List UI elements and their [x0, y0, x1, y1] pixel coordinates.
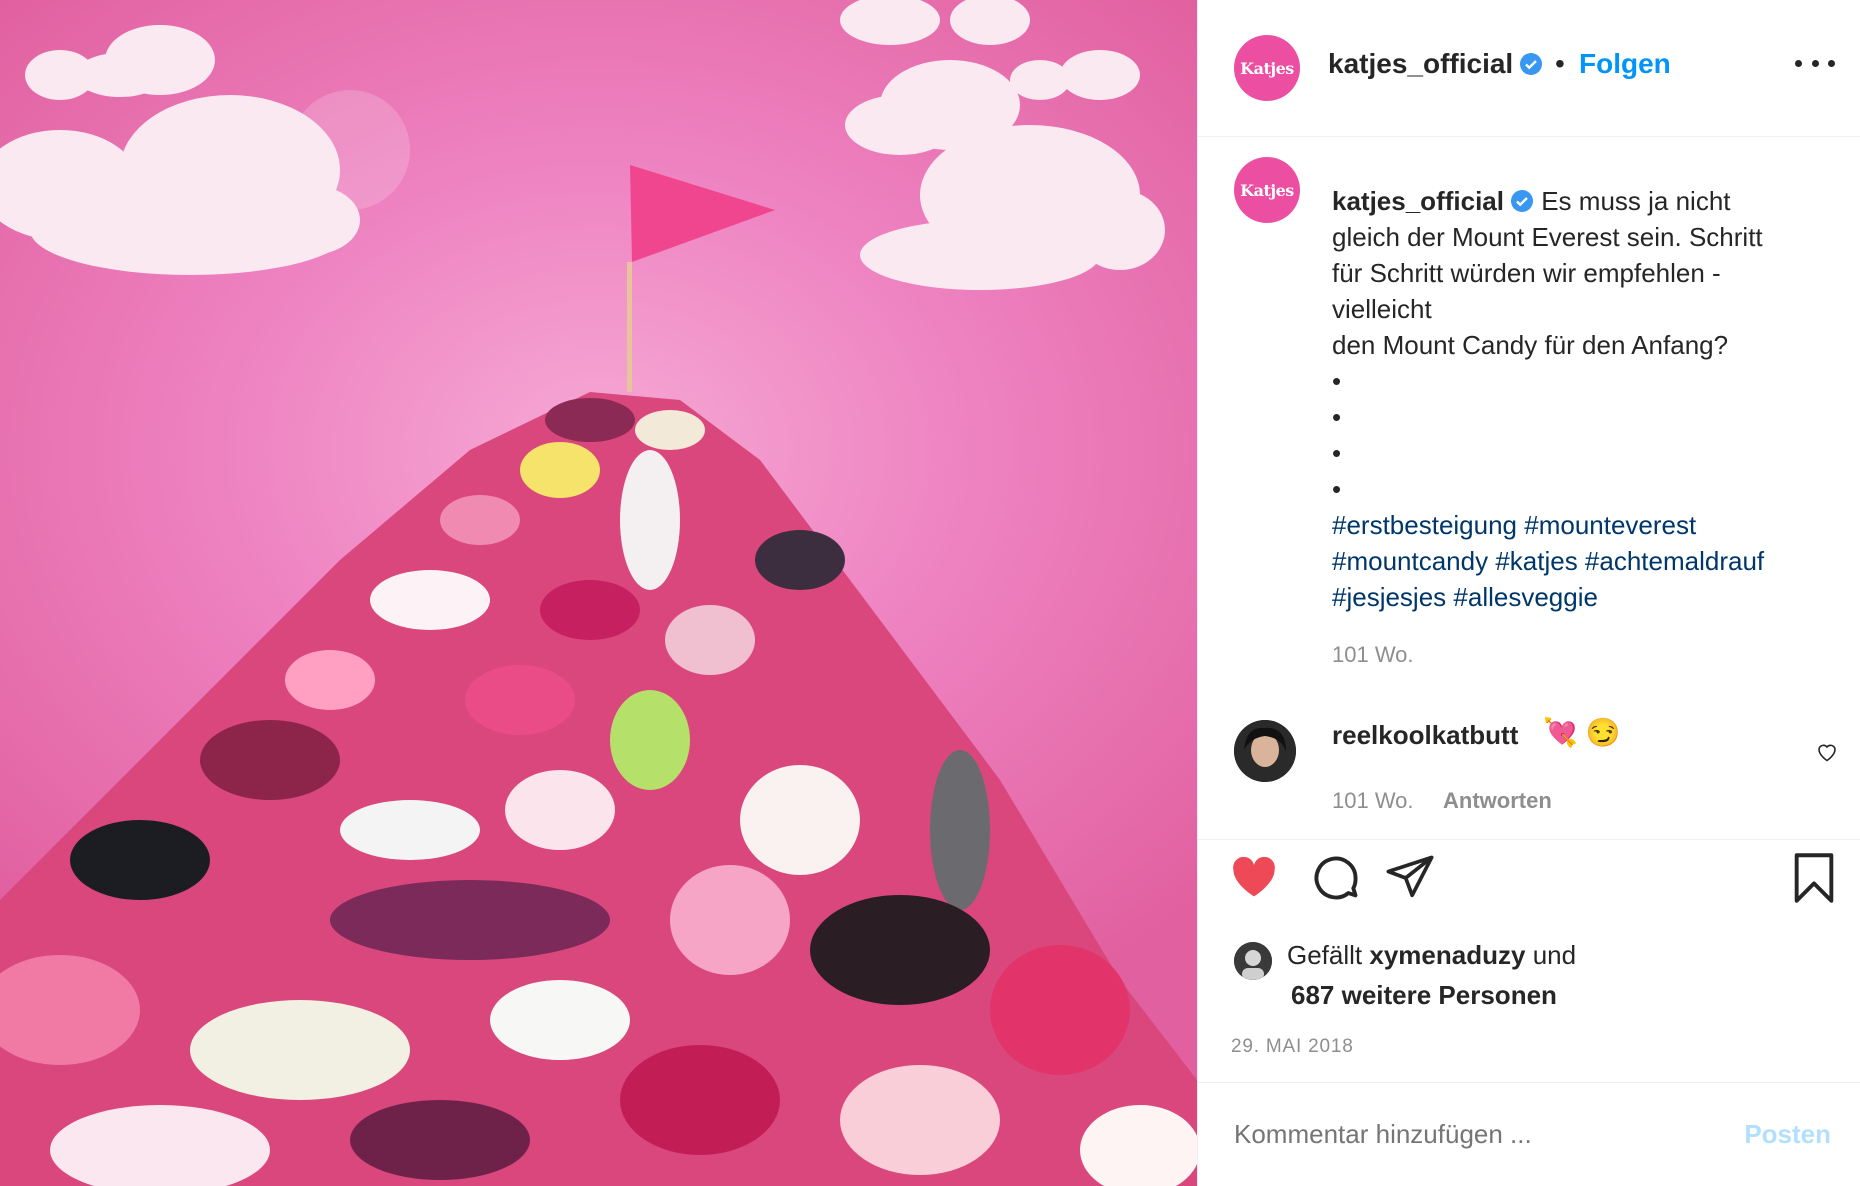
post-date[interactable]: 29. MAI 2018	[1231, 1036, 1354, 1058]
comment-bubble-icon[interactable]	[1310, 852, 1362, 904]
hashtag-line[interactable]: #erstbesteigung #mounteverest	[1332, 507, 1832, 543]
share-plane-icon[interactable]	[1384, 852, 1436, 904]
caption-username[interactable]: katjes_official	[1332, 186, 1504, 216]
heart-outline-icon[interactable]	[1815, 740, 1839, 764]
author-avatar[interactable]: Katjes	[1234, 35, 1300, 101]
comment-emojis: 💘 😏	[1543, 717, 1621, 748]
marshmallow-clouds	[0, 0, 1165, 290]
avatar-text: Katjes	[1240, 180, 1294, 200]
caption-bullet: •	[1332, 438, 1342, 468]
comment-item: reelkoolkatbutt 💘 😏 101 Wo. Antworten	[1198, 700, 1860, 840]
heart-filled-icon[interactable]	[1228, 852, 1280, 904]
hashtag-line[interactable]: #mountcandy #katjes #achtemaldrauf	[1332, 543, 1832, 579]
likes-suffix: und	[1532, 940, 1577, 970]
post-comment-button[interactable]: Posten	[1744, 1119, 1831, 1150]
bookmark-icon[interactable]	[1788, 852, 1840, 904]
commenter-avatar[interactable]	[1234, 720, 1296, 782]
commenter-photo	[1234, 720, 1296, 782]
caption-bullet: •	[1332, 402, 1342, 432]
likes-prefix: Gefällt	[1287, 940, 1363, 970]
liker-photo	[1234, 942, 1272, 980]
caption-timestamp[interactable]: 101 Wo.	[1332, 642, 1414, 668]
liker-username[interactable]: xymenaduzy	[1369, 940, 1525, 970]
reply-button[interactable]: Antworten	[1443, 788, 1552, 814]
avatar-text: Katjes	[1240, 58, 1294, 78]
post-side-panel: Katjes katjes_official • Folgen Katjes k…	[1197, 0, 1860, 1186]
header-separator: •	[1555, 48, 1565, 79]
caption-line: Es muss ja nicht	[1541, 186, 1731, 216]
follow-button[interactable]: Folgen	[1579, 48, 1671, 80]
author-username-row: katjes_official	[1328, 48, 1543, 80]
action-bar	[1198, 852, 1860, 924]
author-username[interactable]: katjes_official	[1328, 48, 1513, 79]
likes-others-link[interactable]: 687 weitere Personen	[1291, 980, 1557, 1011]
comment-input[interactable]	[1234, 1119, 1714, 1150]
caption-bullet: •	[1332, 474, 1342, 504]
liker-avatar[interactable]	[1234, 942, 1272, 980]
verified-badge-icon	[1520, 53, 1543, 75]
caption-text: katjes_official Es muss ja nicht gleich …	[1332, 183, 1832, 615]
caption-line: vielleicht	[1332, 294, 1432, 324]
verified-badge-icon	[1510, 190, 1533, 212]
caption-line: gleich der Mount Everest sein. Schritt	[1332, 222, 1763, 252]
comment-timestamp[interactable]: 101 Wo.	[1332, 788, 1414, 814]
candy-mountain-illustration	[0, 0, 1197, 1186]
comment-composer: Posten	[1198, 1082, 1860, 1186]
hashtag-line[interactable]: #jesjesjes #allesveggie	[1332, 579, 1832, 615]
more-options-icon[interactable]	[1795, 48, 1835, 78]
commenter-username[interactable]: reelkoolkatbutt	[1332, 720, 1518, 751]
caption-author-avatar[interactable]: Katjes	[1234, 157, 1300, 223]
caption-bullet: •	[1332, 366, 1342, 396]
post-image[interactable]	[0, 0, 1197, 1186]
caption-line: den Mount Candy für den Anfang?	[1332, 330, 1729, 360]
caption-line: für Schritt würden wir empfehlen -	[1332, 258, 1721, 288]
post-caption: Katjes katjes_official Es muss ja nicht …	[1198, 137, 1860, 697]
likes-line-1: Gefällt xymenaduzy und	[1287, 940, 1576, 971]
likes-summary: Gefällt xymenaduzy und 687 weitere Perso…	[1198, 930, 1860, 1025]
post-header: Katjes katjes_official • Folgen	[1198, 0, 1860, 137]
